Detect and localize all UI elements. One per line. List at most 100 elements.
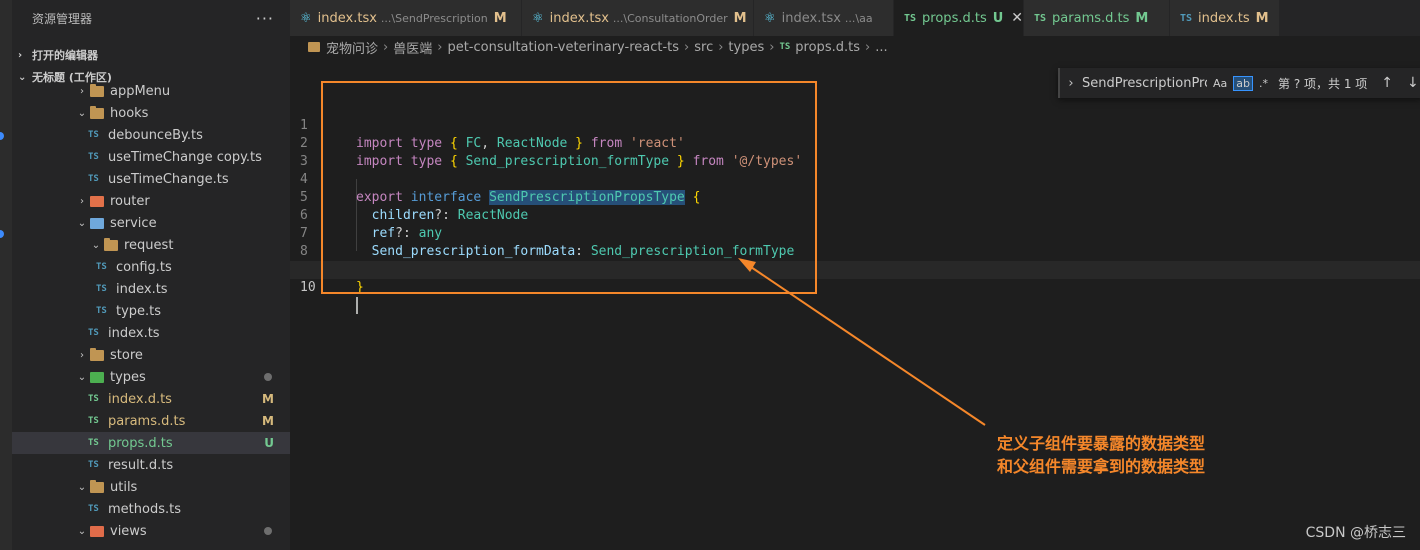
- tree-file[interactable]: TS result.d.ts: [12, 454, 290, 476]
- tree-item-label: views: [110, 523, 147, 539]
- open-editors-label: 打开的编辑器: [32, 49, 98, 62]
- more-actions-icon[interactable]: ···: [256, 9, 274, 28]
- breadcrumb-item[interactable]: props.d.ts: [795, 40, 860, 55]
- breadcrumb-item[interactable]: src: [694, 40, 713, 55]
- annotation-line: 和父组件需要拿到的数据类型: [997, 457, 1206, 476]
- modified-dot-icon: [264, 527, 272, 535]
- tab-git-status: M: [1135, 10, 1149, 26]
- annotation-text: 定义子组件要暴露的数据类型 和父组件需要拿到的数据类型: [997, 432, 1205, 478]
- typescript-file-icon: TS: [88, 416, 99, 426]
- tab-label: index.tsx: [549, 10, 609, 26]
- tree-folder[interactable]: › appMenu: [12, 80, 290, 102]
- chevron-right-icon: ›: [437, 39, 443, 55]
- explorer-header: 资源管理器 ···: [12, 0, 290, 36]
- tree-file[interactable]: TS index.ts: [12, 322, 290, 344]
- match-whole-word-toggle[interactable]: ab: [1233, 75, 1253, 91]
- previous-match-icon[interactable]: ↑: [1381, 75, 1393, 91]
- tab-path: ...\aa: [844, 11, 873, 25]
- breadcrumb-item[interactable]: ...: [875, 40, 887, 55]
- tab-label: index.ts: [1198, 10, 1250, 26]
- match-case-toggle[interactable]: Aa: [1213, 77, 1227, 90]
- chevron-right-icon: ›: [718, 39, 724, 55]
- editor-tab-bar: ⚛ index.tsx ...\SendPrescription M ⚛ index.ts…: [290, 0, 1420, 36]
- tree-file[interactable]: TS methods.ts: [12, 498, 290, 520]
- tree-item-label: index.ts: [108, 325, 160, 341]
- chevron-down-icon: ⌄: [77, 525, 87, 537]
- editor-tab[interactable]: ⚛ index.tsx ...\aa: [754, 0, 894, 36]
- close-icon[interactable]: ✕: [1011, 10, 1023, 26]
- find-widget: › SendPrescriptionProp Aa ab .* 第 ? 项，共 …: [1058, 68, 1420, 98]
- file-tree: › appMenu ⌄ hooks TS debounceBy.ts TS useTimeCh…: [12, 80, 290, 542]
- breadcrumb-item[interactable]: pet-consultation-veterinary-react-ts: [447, 40, 679, 55]
- tree-item-label: result.d.ts: [108, 457, 174, 473]
- editor-tab[interactable]: ⚛ index.tsx ...\ConsultationOrder M: [522, 0, 754, 36]
- tree-file[interactable]: TS useTimeChange.ts: [12, 168, 290, 190]
- tree-file[interactable]: TS index.d.ts M: [12, 388, 290, 410]
- chevron-right-icon: ›: [80, 195, 84, 207]
- tree-file[interactable]: TS useTimeChange copy.ts: [12, 146, 290, 168]
- tree-file[interactable]: TS params.d.ts M: [12, 410, 290, 432]
- tab-label: index.tsx: [317, 10, 377, 26]
- next-match-icon[interactable]: ↓: [1407, 75, 1419, 91]
- chevron-right-icon: ›: [769, 39, 775, 55]
- tab-path: ...\SendPrescription: [380, 11, 488, 25]
- typescript-file-icon: TS: [88, 174, 99, 184]
- react-icon: ⚛: [764, 10, 776, 26]
- breadcrumb-item[interactable]: types: [728, 40, 764, 55]
- typescript-file-icon: TS: [88, 504, 99, 514]
- tree-item-label: store: [110, 347, 143, 363]
- editor-tab[interactable]: TS props.d.ts U ✕: [894, 0, 1024, 36]
- find-input[interactable]: SendPrescriptionProp: [1082, 76, 1207, 91]
- tree-item-label: index.d.ts: [108, 391, 172, 407]
- tree-folder[interactable]: ⌄ service: [12, 212, 290, 234]
- tree-folder[interactable]: ⌄ request: [12, 234, 290, 256]
- views-folder-icon: [90, 525, 104, 537]
- types-folder-icon: [90, 371, 104, 383]
- tree-folder[interactable]: › store: [12, 344, 290, 366]
- tree-folder[interactable]: › router: [12, 190, 290, 212]
- toggle-replace-icon[interactable]: ›: [1060, 76, 1082, 91]
- chevron-down-icon: ⌄: [77, 217, 87, 229]
- breadcrumb: 宠物问诊 › 兽医端 › pet-consultation-veterinary-rea…: [290, 36, 1420, 58]
- typescript-file-icon: TS: [88, 394, 99, 404]
- tab-label: props.d.ts: [922, 10, 987, 26]
- find-result-count: 第 ? 项，共 1 项: [1278, 76, 1368, 91]
- tree-folder[interactable]: ⌄ utils: [12, 476, 290, 498]
- folder-open-icon: [90, 105, 104, 119]
- tree-file[interactable]: TS type.ts: [12, 300, 290, 322]
- tree-file[interactable]: TS props.d.ts U: [12, 432, 290, 454]
- chevron-right-icon: ›: [18, 49, 23, 61]
- tree-file[interactable]: TS debounceBy.ts: [12, 124, 290, 146]
- tree-item-label: debounceBy.ts: [108, 127, 203, 143]
- open-editors-section[interactable]: › 打开的编辑器: [12, 44, 290, 66]
- text-cursor: [356, 297, 358, 314]
- editor-tab[interactable]: ⚛ index.tsx ...\SendPrescription M: [290, 0, 522, 36]
- ts-icon: TS: [904, 12, 917, 24]
- typescript-file-icon: TS: [779, 42, 791, 52]
- tree-item-label: utils: [110, 479, 138, 495]
- tree-item-label: router: [110, 193, 150, 209]
- watermark: CSDN @桥志三: [1305, 525, 1406, 541]
- tree-item-label: appMenu: [110, 83, 171, 99]
- git-status-badge: M: [262, 414, 274, 428]
- editor-tab[interactable]: TS index.ts M: [1170, 0, 1280, 36]
- typescript-file-icon: TS: [96, 306, 107, 316]
- tree-folder[interactable]: ⌄ hooks: [12, 102, 290, 124]
- tree-file[interactable]: TS config.ts: [12, 256, 290, 278]
- breadcrumb-item[interactable]: 兽医端: [393, 38, 432, 57]
- typescript-file-icon: TS: [96, 284, 107, 294]
- tab-path: ...\ConsultationOrder: [612, 11, 728, 25]
- typescript-file-icon: TS: [88, 130, 99, 140]
- notification-dot-icon: [0, 132, 4, 140]
- chevron-right-icon: ›: [80, 85, 84, 97]
- folder-open-icon: [90, 479, 104, 493]
- tree-file[interactable]: TS index.ts: [12, 278, 290, 300]
- regex-toggle[interactable]: .*: [1259, 77, 1268, 90]
- editor-tab[interactable]: TS params.d.ts M: [1024, 0, 1170, 36]
- folder-icon: [308, 42, 320, 52]
- tab-label: index.tsx: [781, 10, 841, 26]
- chevron-down-icon: ⌄: [77, 481, 87, 493]
- breadcrumb-item[interactable]: 宠物问诊: [326, 38, 378, 57]
- tree-folder[interactable]: ⌄ types: [12, 366, 290, 388]
- tree-folder[interactable]: ⌄ views: [12, 520, 290, 542]
